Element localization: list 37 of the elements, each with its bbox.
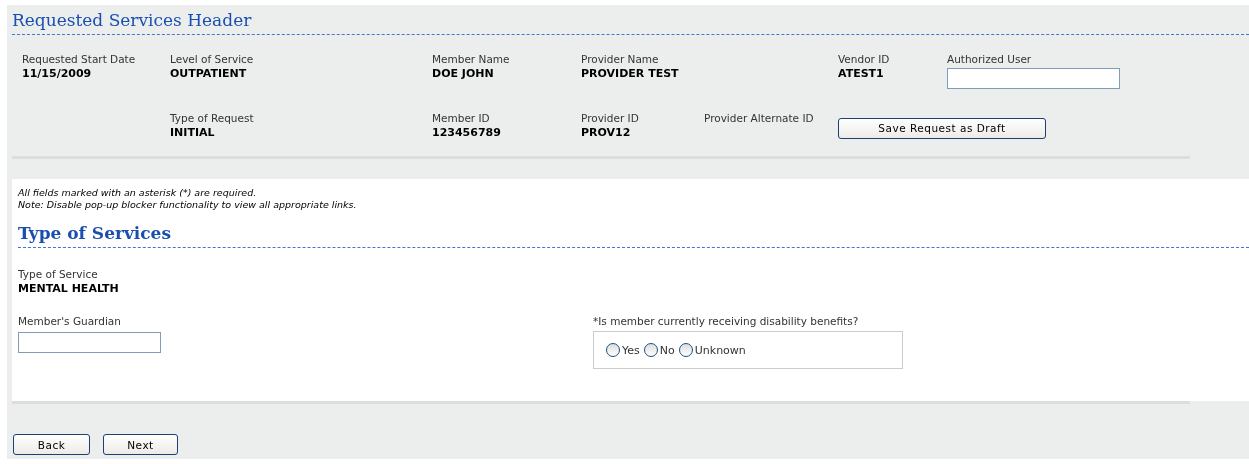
field-value: OUTPATIENT [170, 67, 248, 80]
radio-option[interactable]: Unknown [678, 343, 746, 357]
radio-icon[interactable] [678, 343, 693, 357]
field-label: Vendor ID [838, 53, 891, 65]
input-field[interactable] [947, 68, 1120, 89]
field-label: Type of Service [18, 268, 99, 280]
field-value: ATEST1 [838, 67, 885, 80]
field-value: 123456789 [432, 126, 502, 139]
field-value: INITIAL [170, 126, 216, 139]
nav-button[interactable]: Next [103, 434, 178, 455]
field-label: Requested Start Date [22, 53, 137, 65]
field-label: Authorized User [947, 53, 1033, 65]
note-text: Note: Disable pop-up blocker functionality to view all appropriate links. [18, 199, 358, 211]
section-title: Type of Services [18, 222, 172, 243]
field-label: Member Name [432, 53, 511, 65]
field-value: MENTAL HEALTH [18, 282, 120, 295]
save-draft-button[interactable]: Save Request as Draft [838, 117, 1046, 139]
field-label: Provider Name [581, 53, 660, 65]
radio-option[interactable]: Yes [606, 343, 640, 357]
field-value: PROVIDER TEST [581, 67, 680, 80]
field-label: Provider ID [581, 112, 640, 124]
field-label: Member ID [432, 112, 491, 124]
section-title: Requested Services Header [12, 9, 253, 30]
field-label: Level of Service [170, 53, 255, 65]
field-value: PROV12 [581, 126, 632, 139]
radio-option[interactable]: No [643, 343, 675, 357]
radio-icon[interactable] [606, 343, 620, 357]
field-value: 11/15/2009 [22, 67, 93, 80]
field-label: Member's Guardian [18, 315, 122, 327]
nav-button[interactable]: Back [13, 434, 90, 455]
note-text: All fields marked with an asterisk (*) are required. [18, 187, 258, 199]
field-value: DOE JOHN [432, 67, 495, 80]
input-field[interactable] [18, 332, 161, 353]
field-label: Type of Request [170, 112, 255, 124]
field-label: Provider Alternate ID [704, 112, 815, 124]
question-label: *Is member currently receiving disability benefits? [593, 315, 860, 327]
radio-icon[interactable] [643, 343, 658, 357]
